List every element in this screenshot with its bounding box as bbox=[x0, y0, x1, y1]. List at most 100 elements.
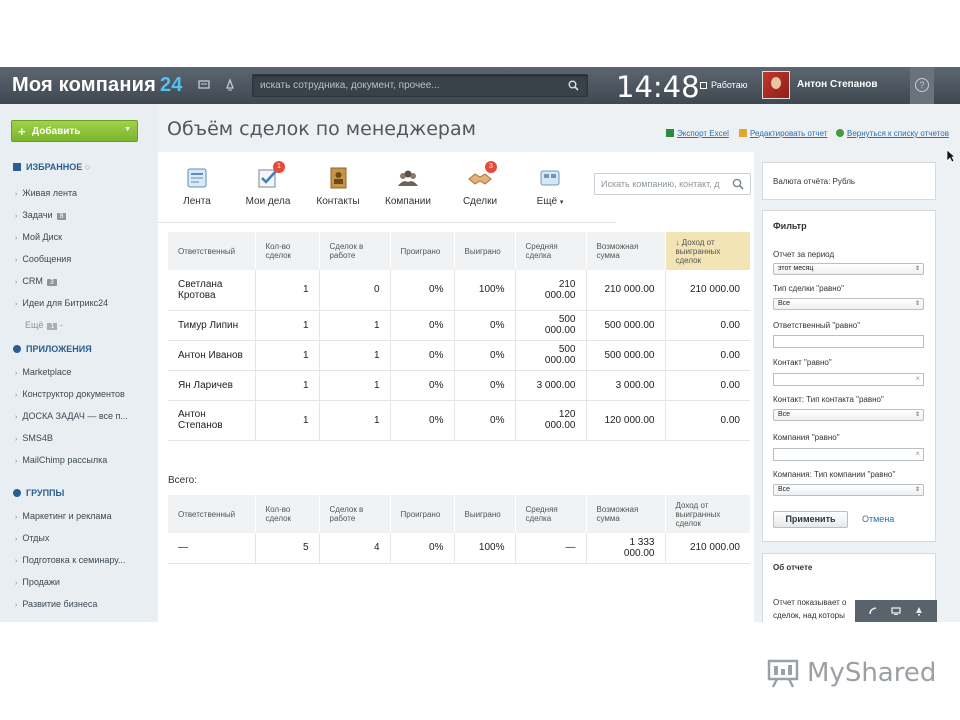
status-checkbox-icon bbox=[700, 82, 707, 89]
sidebar-item-group[interactable]: › Подготовка к семинару... bbox=[15, 555, 125, 565]
sidebar: + Добавить ▼ ИЗБРАННОЕ ○ › Живая лента › З… bbox=[0, 104, 157, 622]
select-arrows-icon: ⇕ bbox=[914, 301, 920, 307]
help-icon: ? bbox=[915, 78, 929, 92]
column-header[interactable]: Средняя сделка bbox=[515, 232, 587, 270]
table-row[interactable]: Тимур Липин 1 1 0% 0% 500 000.00 500 000.00 0.0… bbox=[168, 310, 750, 341]
column-header[interactable]: Возможная сумма bbox=[586, 232, 666, 270]
sidebar-item-messages[interactable]: › Сообщения bbox=[15, 254, 71, 264]
apply-button[interactable]: Применить bbox=[773, 511, 848, 528]
clear-icon[interactable]: × bbox=[915, 449, 920, 458]
export-excel-link[interactable]: Экспорт Excel bbox=[666, 129, 729, 138]
mouse-cursor-icon bbox=[946, 149, 956, 163]
table-row[interactable]: Ян Ларичев 1 1 0% 0% 3 000.00 3 000.00 0.00 bbox=[168, 370, 750, 401]
toolbar-divider bbox=[158, 222, 616, 223]
bell-icon[interactable] bbox=[914, 606, 924, 616]
toolbar-companies[interactable]: Компании bbox=[382, 166, 434, 207]
sidebar-item-sms4b[interactable]: › SMS4B bbox=[15, 433, 53, 443]
apps-section-title[interactable]: ПРИЛОЖЕНИЯ bbox=[13, 344, 92, 354]
company-type-select[interactable]: Все ⇕ bbox=[773, 484, 924, 496]
crm-search-input[interactable]: Искать компанию, контакт, д bbox=[594, 173, 751, 195]
responsible-input[interactable] bbox=[773, 335, 924, 348]
column-header: Ответственный bbox=[168, 495, 256, 533]
messages-icon[interactable] bbox=[197, 78, 211, 92]
column-header[interactable]: Сделок в работе bbox=[319, 232, 391, 270]
cancel-link[interactable]: Отмена bbox=[862, 514, 894, 524]
sidebar-item-tasks[interactable]: › Задачи 8 bbox=[15, 210, 67, 220]
top-bar: Моя компания 24 искать сотрудника, докуме… bbox=[0, 67, 960, 104]
edit-report-link[interactable]: Редактировать отчет bbox=[739, 129, 827, 138]
global-search-input[interactable]: искать сотрудника, документ, прочее... bbox=[252, 74, 588, 97]
sidebar-item-group[interactable]: › Продажи bbox=[15, 577, 60, 587]
column-header[interactable]: Кол-во сделок bbox=[255, 232, 320, 270]
sidebar-more[interactable]: Ещё 1 - bbox=[25, 320, 63, 330]
feed-icon bbox=[187, 168, 207, 188]
deal-type-select[interactable]: Все ⇕ bbox=[773, 298, 924, 310]
sidebar-item-ideas[interactable]: › Идеи для Битрикс24 bbox=[15, 298, 108, 308]
search-icon[interactable] bbox=[732, 178, 744, 190]
sidebar-item-feed[interactable]: › Живая лента bbox=[15, 188, 77, 198]
notifications-icon[interactable] bbox=[223, 78, 237, 92]
back-to-list-link[interactable]: Вернуться к списку отчетов bbox=[836, 129, 949, 138]
table-row[interactable]: Светлана Кротова 1 0 0% 100% 210 000.00 210 00… bbox=[168, 270, 750, 311]
user-name[interactable]: Антон Степанов bbox=[797, 79, 878, 90]
toolbar-more[interactable]: Ещё ▾ bbox=[532, 166, 568, 207]
sidebar-item-group[interactable]: › Развитие бизнеса bbox=[15, 599, 97, 609]
period-select[interactable]: этот месяц ⇕ bbox=[773, 263, 924, 275]
phone-icon[interactable] bbox=[868, 606, 878, 616]
select-arrows-icon: ⇕ bbox=[914, 487, 920, 493]
select-arrows-icon: ⇕ bbox=[914, 266, 920, 272]
column-header[interactable]: Выиграно bbox=[454, 232, 516, 270]
sidebar-item-group[interactable]: › Маркетинг и реклама bbox=[15, 511, 112, 521]
about-text: сделок, над которы bbox=[773, 611, 845, 620]
sidebar-item-group[interactable]: › Отдых bbox=[15, 533, 49, 543]
help-button[interactable]: ? bbox=[910, 67, 934, 104]
sidebar-item-marketplace[interactable]: › Marketplace bbox=[15, 367, 71, 377]
more-icon bbox=[540, 170, 560, 186]
avatar[interactable] bbox=[762, 71, 790, 99]
companies-icon bbox=[398, 170, 418, 186]
company-input[interactable]: × bbox=[773, 448, 924, 461]
table-row[interactable]: Антон Иванов 1 1 0% 0% 500 000.00 500 000.00 0.… bbox=[168, 340, 750, 371]
table-row[interactable]: Антон Степанов 1 1 0% 0% 120 000.00 120 000.00… bbox=[168, 400, 750, 441]
portal-logo[interactable]: Моя компания 24 bbox=[12, 74, 183, 97]
work-status[interactable]: Работаю bbox=[700, 80, 747, 90]
plus-icon: + bbox=[18, 124, 26, 139]
column-header[interactable]: Проиграно bbox=[390, 232, 455, 270]
clear-icon[interactable]: × bbox=[915, 374, 920, 383]
groups-icon bbox=[13, 489, 21, 497]
currency-box: Валюта отчёта: Рубль bbox=[762, 162, 936, 200]
contact-type-select[interactable]: Все ⇕ bbox=[773, 409, 924, 421]
favorites-section-title[interactable]: ИЗБРАННОЕ ○ bbox=[13, 162, 90, 172]
table-header-row: Ответственный Кол-во сделок Сделок в раб… bbox=[168, 232, 751, 270]
chat-icon[interactable] bbox=[891, 606, 901, 616]
currency-label: Валюта отчёта: Рубль bbox=[773, 177, 856, 186]
column-header-sorted[interactable]: ↓ Доход от выигранных сделок bbox=[665, 232, 751, 270]
filter-title: Фильтр bbox=[773, 221, 807, 231]
search-icon[interactable] bbox=[568, 80, 579, 91]
column-header[interactable]: Ответственный bbox=[168, 232, 256, 270]
sidebar-item-disk[interactable]: › Мой Диск bbox=[15, 232, 62, 242]
toolbar-feed[interactable]: Лента bbox=[176, 166, 218, 207]
edit-icon bbox=[739, 129, 747, 137]
toolbar-my-tasks[interactable]: 1 Мои дела bbox=[242, 161, 294, 207]
total-label: Всего: bbox=[168, 475, 197, 486]
contact-input[interactable]: × bbox=[773, 373, 924, 386]
filter-label: Тип сделки "равно" bbox=[773, 284, 844, 293]
count-badge: 1 bbox=[273, 161, 285, 173]
report-content: Лента 1 Мои дела Контакты Компании 3 Сде… bbox=[158, 152, 754, 622]
total-table: Ответственный Кол-во сделок Сделок в раб… bbox=[168, 495, 751, 564]
filter-label: Компания: Тип компании "равно" bbox=[773, 470, 896, 479]
toolbar-contacts[interactable]: Контакты bbox=[312, 166, 364, 207]
toolbar-deals[interactable]: 3 Сделки bbox=[456, 161, 504, 207]
column-header: Доход от выигранных сделок bbox=[665, 495, 751, 533]
filter-label: Отчет за период bbox=[773, 250, 835, 259]
sidebar-item-crm[interactable]: › CRM 3 bbox=[15, 276, 57, 286]
sidebar-item-doc-builder[interactable]: › Конструктор документов bbox=[15, 389, 125, 399]
sidebar-item-mailchimp[interactable]: › MailChimp рассылка bbox=[15, 455, 107, 465]
column-header: Кол-во сделок bbox=[255, 495, 320, 533]
total-row: —5 4 0% 100% —1 333 000.00 210 000.00 bbox=[168, 533, 750, 564]
groups-section-title[interactable]: ГРУППЫ bbox=[13, 488, 64, 498]
add-button[interactable]: + Добавить ▼ bbox=[11, 120, 138, 142]
sidebar-item-task-board[interactable]: › ДОСКА ЗАДАЧ — все п... bbox=[15, 411, 128, 421]
about-text: Отчет показывает о bbox=[773, 598, 847, 607]
